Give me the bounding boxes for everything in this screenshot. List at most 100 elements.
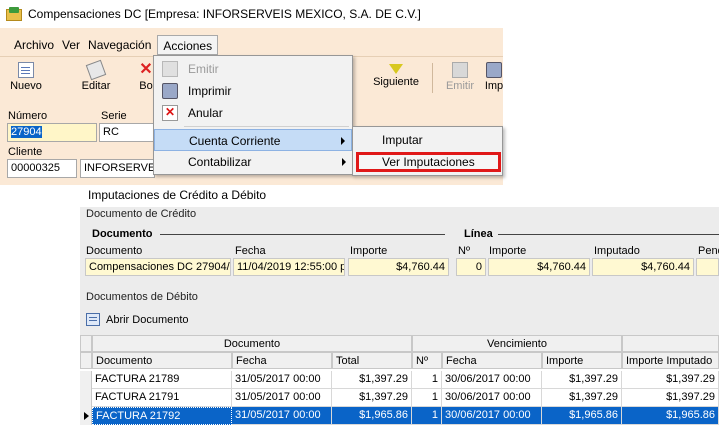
- emit-icon: [162, 61, 178, 77]
- cell-documento: FACTURA 21789: [92, 371, 232, 389]
- cliente-code-field[interactable]: 00000325: [7, 159, 77, 178]
- cliente-label: Cliente: [8, 146, 43, 158]
- menu-acciones[interactable]: Acciones: [157, 35, 219, 55]
- band-blank: [622, 335, 719, 352]
- imprimir-button[interactable]: Imp: [482, 60, 503, 96]
- menu-navegacion[interactable]: Navegación: [84, 35, 155, 55]
- menu-item-anular[interactable]: ✕ Anular: [154, 102, 352, 124]
- menu-item-imputar[interactable]: Imputar: [356, 130, 501, 150]
- cell-fecha-vencimiento: 30/06/2017 00:00: [442, 389, 542, 407]
- menu-ver[interactable]: Ver: [58, 35, 84, 55]
- cell-fecha-vencimiento: 30/06/2017 00:00: [442, 407, 542, 425]
- col-total[interactable]: Total: [332, 352, 412, 369]
- credit-linea-importe-field: $4,760.44: [488, 258, 590, 276]
- group-divider: [160, 234, 445, 235]
- table-row[interactable]: FACTURA 21789 31/05/2017 00:00 $1,397.29…: [80, 371, 719, 389]
- linea-group-head: Línea: [464, 228, 493, 240]
- col-importe-imputado[interactable]: Importe Imputado: [622, 352, 719, 369]
- table-row-selected[interactable]: FACTURA 21792 31/05/2017 00:00 $1,965.86…: [80, 407, 719, 425]
- cuenta-corriente-submenu: Imputar Ver Imputaciones: [352, 126, 503, 176]
- editar-button[interactable]: Editar: [76, 59, 116, 96]
- menu-item-contabilizar[interactable]: Contabilizar: [154, 151, 352, 173]
- abrir-documento-button[interactable]: Abrir Documento: [86, 311, 189, 329]
- cell-total: $1,965.86: [332, 407, 412, 425]
- col-fecha[interactable]: Fecha: [232, 352, 332, 369]
- arrow-down-icon: [389, 64, 403, 74]
- menu-item-imprimir[interactable]: Imprimir: [154, 80, 352, 102]
- linea-importe-label: Importe: [489, 245, 527, 257]
- cell-total: $1,397.29: [332, 371, 412, 389]
- band-documento: Documento: [92, 335, 412, 352]
- menubar: Archivo Ver Navegación Acciones: [0, 34, 503, 56]
- new-document-icon: [18, 62, 34, 78]
- documento-label: Documento: [86, 245, 143, 257]
- cell-importe: $1,965.86: [542, 407, 622, 425]
- cell-fecha: 31/05/2017 00:00: [232, 371, 332, 389]
- printer-icon: [486, 62, 502, 78]
- band-vencimiento: Vencimiento: [412, 335, 622, 352]
- debit-documents-grid: Documento Vencimiento Documento Fecha To…: [80, 335, 719, 425]
- cell-no: 1: [412, 407, 442, 425]
- cell-importe: $1,397.29: [542, 389, 622, 407]
- submenu-arrow-icon: [341, 137, 345, 145]
- emitir-text: Emitir: [188, 62, 219, 76]
- credit-fecha-field: 11/04/2019 12:55:00 p: [233, 258, 345, 276]
- delete-icon: ✕: [139, 61, 153, 78]
- cliente-name-field[interactable]: INFORSERVEIS: [80, 159, 155, 178]
- grid-corner: [80, 335, 92, 352]
- doc-credito-section: Documento de Crédito: [86, 208, 197, 220]
- cell-fecha: 31/05/2017 00:00: [232, 389, 332, 407]
- imputaciones-window: Imputaciones de Crédito a Débito Documen…: [80, 185, 719, 425]
- submenu-arrow-icon: [342, 158, 346, 166]
- anular-text: Anular: [188, 106, 223, 120]
- credit-documento-field: Compensaciones DC 27904/R: [85, 258, 231, 276]
- doc-debito-section: Documentos de Débito: [86, 291, 198, 303]
- credit-pendiente-field: [696, 258, 719, 276]
- importe-label: Importe: [350, 245, 388, 257]
- col-no[interactable]: Nº: [412, 352, 442, 369]
- credit-no-field: 0: [456, 258, 486, 276]
- numero-label: Número: [8, 110, 48, 122]
- app-icon: [6, 7, 22, 21]
- siguiente-button[interactable]: Siguiente: [370, 60, 422, 96]
- editar-label: Editar: [81, 80, 111, 92]
- menu-item-cuenta-corriente[interactable]: Cuenta Corriente: [154, 129, 352, 151]
- cell-fecha: 31/05/2017 00:00: [232, 407, 332, 425]
- imprimir-label: Imp: [484, 80, 503, 92]
- emitir-label: Emitir: [445, 80, 475, 92]
- grid-corner: [80, 352, 92, 369]
- col-fecha-vencimiento[interactable]: Fecha: [442, 352, 542, 369]
- fecha-label: Fecha: [235, 245, 266, 257]
- emit-icon: [452, 62, 468, 78]
- credit-importe-field: $4,760.44: [348, 258, 449, 276]
- printer-icon: [162, 83, 178, 99]
- cell-no: 1: [412, 389, 442, 407]
- siguiente-label: Siguiente: [373, 76, 419, 88]
- pendiente-label: Pend: [698, 245, 719, 257]
- menu-archivo[interactable]: Archivo: [10, 35, 58, 55]
- cell-importe-imputado: $1,397.29: [622, 371, 719, 389]
- nuevo-button[interactable]: Nuevo: [6, 60, 46, 96]
- menu-item-emitir[interactable]: Emitir: [154, 58, 352, 80]
- abrir-documento-label: Abrir Documento: [106, 314, 189, 326]
- acciones-menu: Emitir Imprimir ✕ Anular Cuenta Corrient…: [153, 55, 353, 175]
- imprimir-text: Imprimir: [188, 84, 232, 98]
- contabilizar-text: Contabilizar: [188, 155, 252, 169]
- cell-importe: $1,397.29: [542, 371, 622, 389]
- numero-value: 27904: [11, 126, 42, 138]
- col-documento[interactable]: Documento: [92, 352, 232, 369]
- serie-field[interactable]: RC: [99, 123, 155, 142]
- no-label: Nº: [458, 245, 470, 257]
- numero-field[interactable]: 27904: [7, 123, 97, 142]
- window-title: Compensaciones DC [Empresa: INFORSERVEIS…: [28, 7, 421, 21]
- cell-documento: FACTURA 21791: [92, 389, 232, 407]
- cell-importe-imputado: $1,397.29: [622, 389, 719, 407]
- current-row-indicator-icon: [80, 407, 92, 425]
- nuevo-label: Nuevo: [10, 80, 42, 92]
- emitir-button[interactable]: Emitir: [442, 60, 478, 96]
- cell-importe-imputado: $1,965.86: [622, 407, 719, 425]
- col-importe[interactable]: Importe: [542, 352, 622, 369]
- imputaciones-title: Imputaciones de Crédito a Débito: [88, 188, 267, 202]
- menu-item-ver-imputaciones[interactable]: Ver Imputaciones: [356, 152, 501, 172]
- table-row[interactable]: FACTURA 21791 31/05/2017 00:00 $1,397.29…: [80, 389, 719, 407]
